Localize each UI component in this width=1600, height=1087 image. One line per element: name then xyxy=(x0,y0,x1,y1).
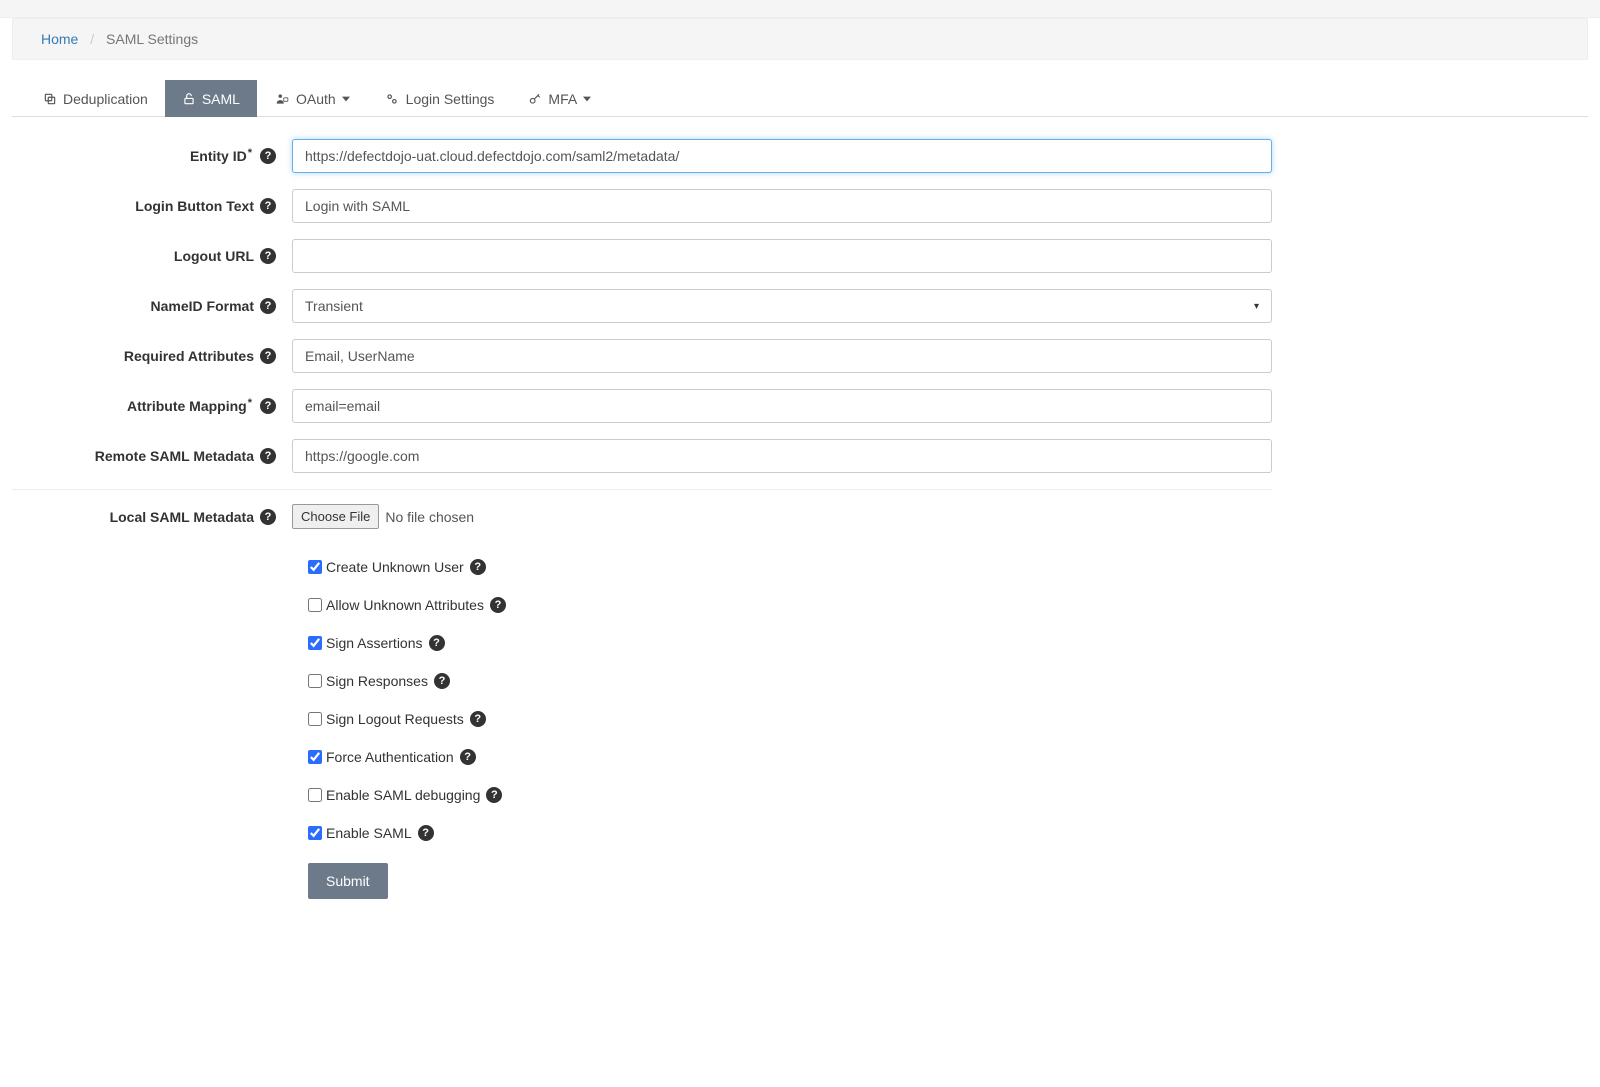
tabs-bar: Deduplication SAML OAuth Login Settings … xyxy=(12,80,1588,117)
checkbox-label: Enable SAML xyxy=(326,825,412,841)
gears-icon xyxy=(384,92,400,106)
logout-url-input[interactable] xyxy=(292,239,1272,273)
tab-oauth[interactable]: OAuth xyxy=(257,80,367,117)
breadcrumb-current: SAML Settings xyxy=(106,31,198,47)
tab-mfa[interactable]: MFA xyxy=(511,80,608,117)
label-text: Local SAML Metadata xyxy=(110,509,254,525)
label-text: Remote SAML Metadata xyxy=(95,448,254,464)
label-text: Attribute Mapping xyxy=(127,398,247,414)
label-text: Required Attributes xyxy=(124,348,254,364)
sign-assertions-checkbox[interactable] xyxy=(308,636,322,650)
check-create-unknown-user: Create Unknown User ? xyxy=(308,559,1272,575)
tab-label: OAuth xyxy=(296,91,336,107)
help-icon[interactable]: ? xyxy=(260,248,276,264)
saml-form: Entity ID* ? Login Button Text ? Logout … xyxy=(12,129,1272,899)
checkbox-label: Sign Logout Requests xyxy=(326,711,464,727)
required-attributes-input[interactable] xyxy=(292,339,1272,373)
help-icon[interactable]: ? xyxy=(429,635,445,651)
breadcrumb: Home / SAML Settings xyxy=(12,18,1588,60)
check-enable-saml-debugging: Enable SAML debugging ? xyxy=(308,787,1272,803)
allow-unknown-attributes-checkbox[interactable] xyxy=(308,598,322,612)
force-authentication-checkbox[interactable] xyxy=(308,750,322,764)
tab-label: Deduplication xyxy=(63,91,148,107)
help-icon[interactable]: ? xyxy=(260,298,276,314)
check-allow-unknown-attributes: Allow Unknown Attributes ? xyxy=(308,597,1272,613)
enable-saml-checkbox[interactable] xyxy=(308,826,322,840)
breadcrumb-home-link[interactable]: Home xyxy=(41,31,78,47)
remote-saml-metadata-input[interactable] xyxy=(292,439,1272,473)
user-lock-icon xyxy=(274,92,290,106)
help-icon[interactable]: ? xyxy=(260,348,276,364)
checkbox-label: Sign Responses xyxy=(326,673,428,689)
tab-login-settings[interactable]: Login Settings xyxy=(367,80,512,117)
caret-down-icon xyxy=(583,95,591,103)
sign-logout-requests-checkbox[interactable] xyxy=(308,712,322,726)
choose-file-button[interactable]: Choose File xyxy=(292,504,379,529)
caret-down-icon: ▾ xyxy=(1254,301,1259,312)
required-marker: * xyxy=(248,147,252,159)
create-unknown-user-checkbox[interactable] xyxy=(308,560,322,574)
checkbox-label: Create Unknown User xyxy=(326,559,464,575)
help-icon[interactable]: ? xyxy=(460,749,476,765)
sign-responses-checkbox[interactable] xyxy=(308,674,322,688)
tab-label: SAML xyxy=(202,91,240,107)
check-force-authentication: Force Authentication ? xyxy=(308,749,1272,765)
nameid-format-select[interactable]: Transient ▾ xyxy=(292,289,1272,323)
enable-saml-debugging-checkbox[interactable] xyxy=(308,788,322,802)
unlock-icon xyxy=(182,92,196,106)
checkbox-label: Force Authentication xyxy=(326,749,454,765)
tab-saml[interactable]: SAML xyxy=(165,80,257,117)
help-icon[interactable]: ? xyxy=(260,509,276,525)
label-text: Login Button Text xyxy=(135,198,254,214)
entity-id-input[interactable] xyxy=(292,139,1272,173)
tab-label: Login Settings xyxy=(406,91,495,107)
caret-down-icon xyxy=(342,95,350,103)
label-text: NameID Format xyxy=(151,298,254,314)
top-bar xyxy=(0,0,1600,18)
label-local-saml-metadata: Local SAML Metadata ? xyxy=(12,509,292,525)
label-required-attributes: Required Attributes ? xyxy=(12,348,292,364)
label-entity-id: Entity ID* ? xyxy=(12,148,292,164)
help-icon[interactable]: ? xyxy=(434,673,450,689)
checkbox-label: Sign Assertions xyxy=(326,635,423,651)
key-icon xyxy=(528,92,542,106)
check-enable-saml: Enable SAML ? xyxy=(308,825,1272,841)
file-chosen-text: No file chosen xyxy=(385,509,474,525)
help-icon[interactable]: ? xyxy=(260,448,276,464)
check-sign-responses: Sign Responses ? xyxy=(308,673,1272,689)
copy-icon xyxy=(43,92,57,106)
label-login-button-text: Login Button Text ? xyxy=(12,198,292,214)
help-icon[interactable]: ? xyxy=(486,787,502,803)
help-icon[interactable]: ? xyxy=(260,398,276,414)
help-icon[interactable]: ? xyxy=(470,711,486,727)
attribute-mapping-input[interactable] xyxy=(292,389,1272,423)
tab-label: MFA xyxy=(548,91,577,107)
checkbox-label: Allow Unknown Attributes xyxy=(326,597,484,613)
help-icon[interactable]: ? xyxy=(470,559,486,575)
required-marker: * xyxy=(248,397,252,409)
check-sign-assertions: Sign Assertions ? xyxy=(308,635,1272,651)
checkbox-label: Enable SAML debugging xyxy=(326,787,480,803)
check-sign-logout-requests: Sign Logout Requests ? xyxy=(308,711,1272,727)
label-text: Entity ID xyxy=(190,148,247,164)
submit-button[interactable]: Submit xyxy=(308,863,388,899)
label-nameid-format: NameID Format ? xyxy=(12,298,292,314)
local-saml-metadata-file[interactable]: Choose File No file chosen xyxy=(292,504,474,529)
label-remote-saml-metadata: Remote SAML Metadata ? xyxy=(12,448,292,464)
breadcrumb-separator: / xyxy=(82,31,102,47)
help-icon[interactable]: ? xyxy=(490,597,506,613)
help-icon[interactable]: ? xyxy=(260,198,276,214)
login-button-text-input[interactable] xyxy=(292,189,1272,223)
help-icon[interactable]: ? xyxy=(418,825,434,841)
label-logout-url: Logout URL ? xyxy=(12,248,292,264)
tab-deduplication[interactable]: Deduplication xyxy=(26,80,165,117)
label-text: Logout URL xyxy=(174,248,254,264)
label-attribute-mapping: Attribute Mapping* ? xyxy=(12,398,292,414)
select-value: Transient xyxy=(305,298,363,314)
help-icon[interactable]: ? xyxy=(260,148,276,164)
